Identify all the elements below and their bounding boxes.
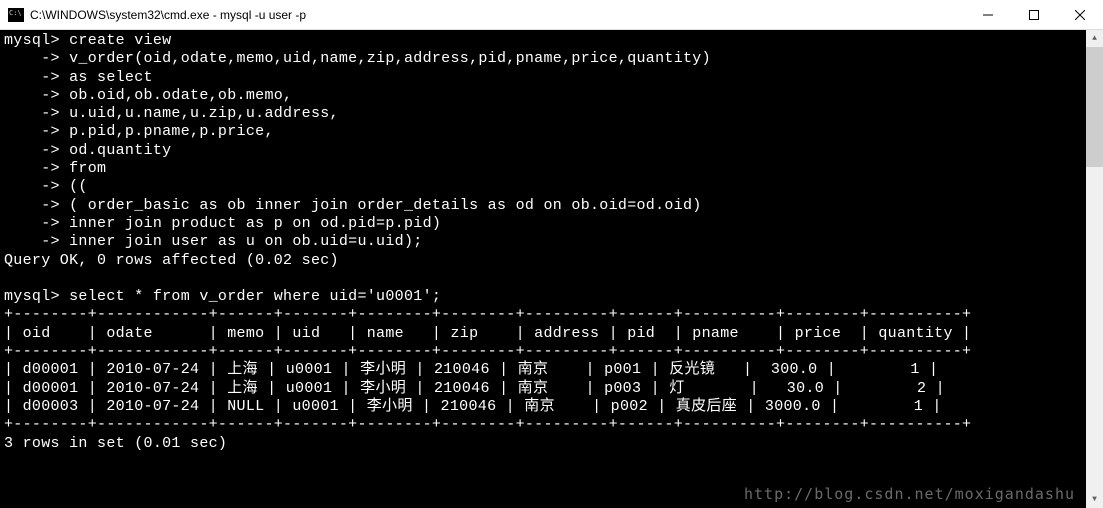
window-controls [965,0,1103,29]
rows-in-set-line: 3 rows in set (0.01 sec) [4,435,227,452]
sql-line: mysql> create view [4,32,171,49]
query-ok-line: Query OK, 0 rows affected (0.02 sec) [4,252,339,269]
maximize-button[interactable] [1011,0,1057,29]
sql-line: -> as select [4,69,153,86]
watermark-text: http://blog.csdn.net/moxigandashu [744,485,1075,503]
sql-line: -> (( [4,178,88,195]
sql-line: -> ( order_basic as ob inner join order_… [4,197,702,214]
sql-line: -> p.pid,p.pname,p.price, [4,123,274,140]
close-button[interactable] [1057,0,1103,29]
scrollbar-down-icon[interactable]: ▼ [1086,491,1103,508]
table-header: | oid | odate | memo | uid | name | zip … [4,325,971,342]
table-row: | d00001 | 2010-07-24 | 上海 | u0001 | 李小明… [4,361,938,378]
scrollbar-thumb[interactable] [1086,47,1103,167]
table-row: | d00003 | 2010-07-24 | NULL | u0001 | 李… [4,398,942,415]
scrollbar-up-icon[interactable]: ▲ [1086,30,1103,47]
sql-line: -> v_order(oid,odate,memo,uid,name,zip,a… [4,50,711,67]
sql-line: -> inner join user as u on ob.uid=u.uid)… [4,233,423,250]
vertical-scrollbar[interactable]: ▲ ▼ [1086,30,1103,508]
titlebar-left: C:\WINDOWS\system32\cmd.exe - mysql -u u… [0,8,306,22]
window-title: C:\WINDOWS\system32\cmd.exe - mysql -u u… [30,8,306,22]
minimize-button[interactable] [965,0,1011,29]
sql-line: -> ob.oid,ob.odate,ob.memo, [4,87,292,104]
cmd-icon [8,8,24,22]
table-border: +--------+------------+------+-------+--… [4,416,971,433]
window-titlebar: C:\WINDOWS\system32\cmd.exe - mysql -u u… [0,0,1103,30]
table-row: | d00001 | 2010-07-24 | 上海 | u0001 | 李小明… [4,380,945,397]
sql-line: -> od.quantity [4,142,171,159]
sql-line: -> inner join product as p on od.pid=p.p… [4,215,441,232]
select-line: mysql> select * from v_order where uid='… [4,288,441,305]
sql-line: -> u.uid,u.name,u.zip,u.address, [4,105,339,122]
terminal-output[interactable]: mysql> create view -> v_order(oid,odate,… [0,30,1103,508]
sql-line: -> from [4,160,106,177]
table-border: +--------+------------+------+-------+--… [4,306,971,323]
table-border: +--------+------------+------+-------+--… [4,343,971,360]
